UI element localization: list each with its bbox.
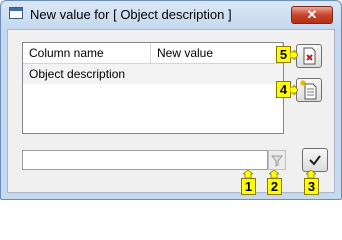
new-value-input[interactable]: [22, 150, 268, 170]
grid-header: Column name New value: [23, 43, 283, 64]
window-title: New value for [ Object description ]: [30, 7, 232, 22]
checkmark-icon: [309, 155, 321, 166]
new-document-icon: [300, 80, 317, 100]
add-button[interactable]: [296, 78, 322, 102]
confirm-button[interactable]: [302, 148, 328, 172]
dialog-window: New value for [ Object description ] ✕ C…: [0, 0, 342, 200]
column-header-new-value[interactable]: New value: [151, 43, 283, 63]
title-bar[interactable]: New value for [ Object description ] ✕: [1, 1, 341, 27]
cell-column-name: Object description: [29, 67, 126, 81]
delete-document-icon: [303, 47, 316, 65]
close-button[interactable]: ✕: [291, 6, 333, 24]
column-header-column-name[interactable]: Column name: [23, 43, 151, 63]
close-icon: ✕: [306, 7, 318, 22]
cell-new-value[interactable]: [151, 64, 283, 84]
table-row[interactable]: Object description: [23, 64, 283, 84]
callout-arrow-icon: [306, 170, 316, 178]
window-app-icon: [9, 7, 23, 19]
clear-button[interactable]: [296, 44, 322, 68]
callout-badge-confirm: 3: [304, 178, 319, 195]
callout-badge-clear: 5: [276, 46, 291, 63]
callout-arrow-icon: [290, 85, 298, 95]
filter-button[interactable]: [268, 150, 286, 170]
values-grid[interactable]: Column name New value Object description: [22, 42, 284, 134]
callout-arrow-icon: [269, 170, 279, 178]
callout-arrow-icon: [243, 170, 253, 178]
funnel-icon: [270, 155, 284, 167]
callout-badge-filter: 2: [267, 178, 282, 195]
callout-badge-add: 4: [276, 81, 291, 98]
callout-badge-input: 1: [241, 178, 256, 195]
callout-arrow-icon: [290, 50, 298, 60]
